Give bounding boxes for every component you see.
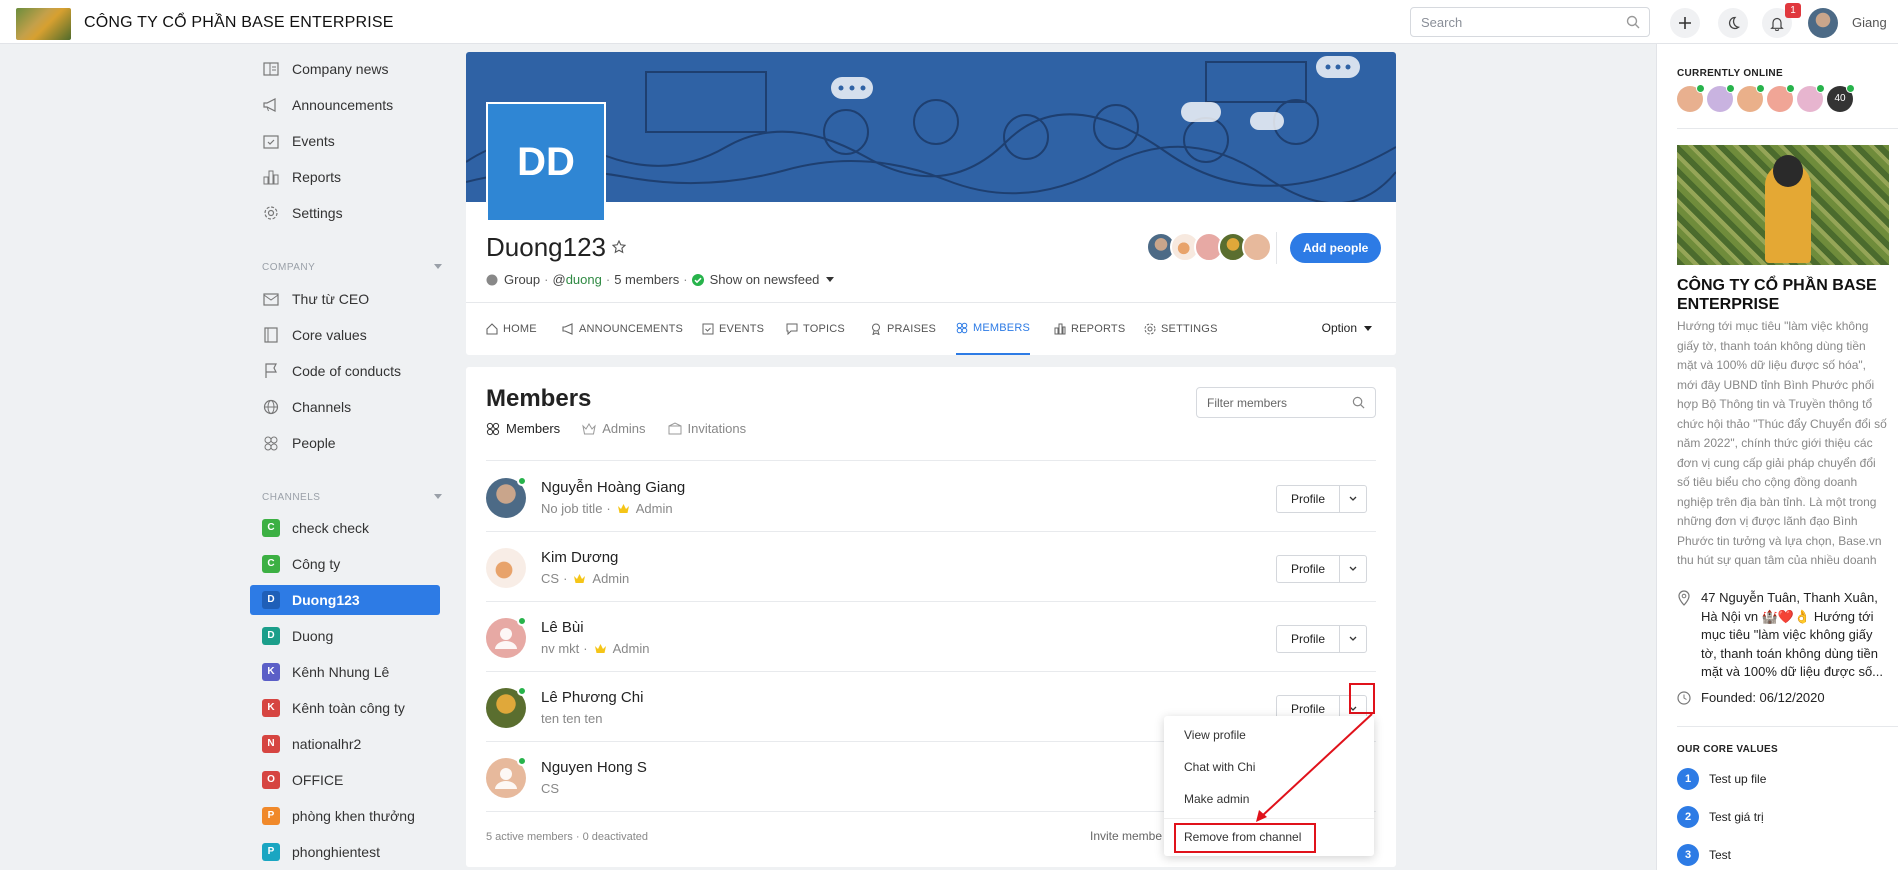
- online-more-count[interactable]: 40: [1827, 84, 1855, 112]
- core-values-heading: OUR CORE VALUES: [1677, 744, 1778, 755]
- company-cover-photo: [1677, 145, 1889, 265]
- core-value-item[interactable]: 3 Test: [1677, 844, 1731, 866]
- avatar[interactable]: [1737, 84, 1765, 112]
- avatar[interactable]: [1767, 84, 1795, 112]
- avatar[interactable]: [1707, 84, 1735, 112]
- divider: [1677, 128, 1898, 129]
- company-title: CÔNG TY CỔ PHẦN BASE ENTERPRISE: [1677, 277, 1877, 313]
- core-value-item[interactable]: 2 Test giá trị: [1677, 806, 1764, 828]
- location-pin-icon: [1678, 590, 1690, 606]
- avatar[interactable]: [1677, 84, 1705, 112]
- right-sidebar: CURRENTLY ONLINE 40 CÔNG TY CỔ PHẦN BASE…: [1656, 44, 1898, 870]
- company-address: 47 Nguyễn Tuân, Thanh Xuân, Hà Nội vn 🏰❤…: [1677, 589, 1889, 681]
- online-heading: CURRENTLY ONLINE: [1677, 68, 1783, 79]
- divider: [1677, 726, 1898, 727]
- online-users: 40: [1677, 84, 1855, 112]
- core-value-item[interactable]: 1 Test up file: [1677, 768, 1766, 790]
- annotation-arrow: [1256, 713, 1373, 822]
- avatar[interactable]: [1797, 84, 1825, 112]
- clock-icon: [1677, 691, 1691, 705]
- company-description: Hướng tới mục tiêu "làm việc không giấy …: [1677, 319, 1887, 573]
